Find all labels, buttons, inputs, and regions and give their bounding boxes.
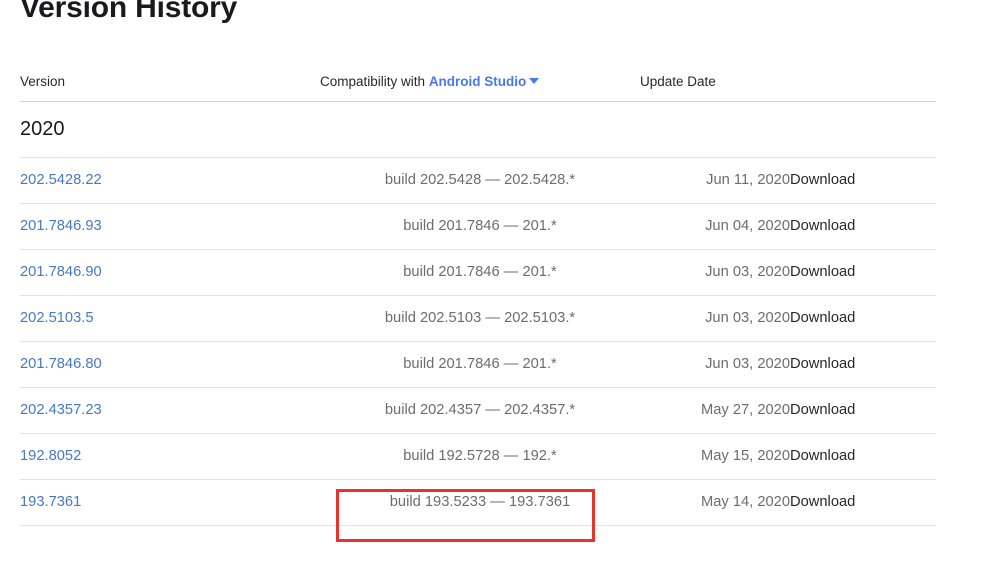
column-header-version: Version [20, 62, 320, 102]
download-cell: Download [790, 433, 936, 480]
download-link[interactable]: Download [790, 172, 855, 188]
table-row: 202.5428.22 build 202.5428 — 202.5428.* … [20, 157, 936, 204]
version-link[interactable]: 201.7846.80 [20, 356, 102, 372]
table-header-row: Version Compatibility with Android Studi… [20, 62, 936, 102]
version-link[interactable]: 202.4357.23 [20, 402, 102, 418]
chevron-down-icon[interactable] [529, 77, 540, 84]
table-row: 201.7846.90 build 201.7846 — 201.* Jun 0… [20, 249, 936, 296]
compatibility-cell: build 192.5728 — 192.* [320, 433, 640, 480]
update-date-cell: Jun 04, 2020 [640, 203, 790, 250]
column-header-version-label: Version [20, 73, 66, 89]
download-link[interactable]: Download [790, 494, 855, 510]
table-body: 2020 202.5428.22 build 202.5428 — 202.54… [20, 101, 936, 526]
version-link[interactable]: 201.7846.93 [20, 218, 102, 234]
download-link[interactable]: Download [790, 356, 855, 372]
download-link[interactable]: Download [790, 448, 855, 464]
download-cell: Download [790, 295, 936, 342]
compatibility-cell: build 202.5428 — 202.5428.* [320, 157, 640, 204]
update-date-cell: Jun 03, 2020 [640, 249, 790, 296]
update-date-cell: Jun 11, 2020 [640, 157, 790, 204]
version-cell: 193.7361 [20, 479, 320, 526]
download-link[interactable]: Download [790, 402, 855, 418]
column-header-download [790, 62, 936, 102]
download-cell: Download [790, 249, 936, 296]
table-header: Version Compatibility with Android Studi… [20, 62, 936, 102]
compatibility-cell: build 202.5103 — 202.5103.* [320, 295, 640, 342]
version-cell: 201.7846.93 [20, 203, 320, 250]
page-title: Version History [20, 0, 238, 24]
column-header-compatibility: Compatibility with Android Studio [320, 62, 640, 102]
version-history-table: Version Compatibility with Android Studi… [20, 62, 936, 526]
table-row: 192.8052 build 192.5728 — 192.* May 15, … [20, 433, 936, 480]
table-row: 201.7846.80 build 201.7846 — 201.* Jun 0… [20, 341, 936, 388]
download-link[interactable]: Download [790, 310, 855, 326]
year-group-heading: 2020 [20, 101, 936, 158]
download-cell: Download [790, 157, 936, 204]
column-header-update-date: Update Date [640, 62, 790, 102]
update-date-cell: May 14, 2020 [640, 479, 790, 526]
version-link[interactable]: 193.7361 [20, 494, 81, 510]
version-link[interactable]: 202.5103.5 [20, 310, 94, 326]
compatibility-cell: build 201.7846 — 201.* [320, 341, 640, 388]
version-link[interactable]: 201.7846.90 [20, 264, 102, 280]
update-date-cell: May 15, 2020 [640, 433, 790, 480]
update-date-cell: Jun 03, 2020 [640, 341, 790, 388]
version-cell: 202.4357.23 [20, 387, 320, 434]
compatibility-cell: build 201.7846 — 201.* [320, 203, 640, 250]
download-cell: Download [790, 341, 936, 388]
version-cell: 201.7846.90 [20, 249, 320, 296]
download-link[interactable]: Download [790, 218, 855, 234]
version-cell: 201.7846.80 [20, 341, 320, 388]
year-group-heading-row: 2020 [20, 101, 936, 158]
version-cell: 202.5103.5 [20, 295, 320, 342]
version-link[interactable]: 202.5428.22 [20, 172, 102, 188]
column-header-update-date-label: Update Date [640, 73, 716, 89]
download-link[interactable]: Download [790, 264, 855, 280]
download-cell: Download [790, 203, 936, 250]
table-row: 202.4357.23 build 202.4357 — 202.4357.* … [20, 387, 936, 434]
version-link[interactable]: 192.8052 [20, 448, 81, 464]
table-row: 193.7361 build 193.5233 — 193.7361 May 1… [20, 479, 936, 526]
update-date-cell: May 27, 2020 [640, 387, 790, 434]
column-header-compatibility-label: Compatibility with [320, 73, 426, 89]
compatibility-cell: build 202.4357 — 202.4357.* [320, 387, 640, 434]
download-cell: Download [790, 387, 936, 434]
download-cell: Download [790, 479, 936, 526]
compatibility-cell-highlighted: build 193.5233 — 193.7361 [320, 479, 640, 526]
table-row: 201.7846.93 build 201.7846 — 201.* Jun 0… [20, 203, 936, 250]
table-row: 202.5103.5 build 202.5103 — 202.5103.* J… [20, 295, 936, 342]
version-cell: 202.5428.22 [20, 157, 320, 204]
compatibility-cell: build 201.7846 — 201.* [320, 249, 640, 296]
version-cell: 192.8052 [20, 433, 320, 480]
update-date-cell: Jun 03, 2020 [640, 295, 790, 342]
android-studio-filter-link[interactable]: Android Studio [429, 74, 526, 89]
